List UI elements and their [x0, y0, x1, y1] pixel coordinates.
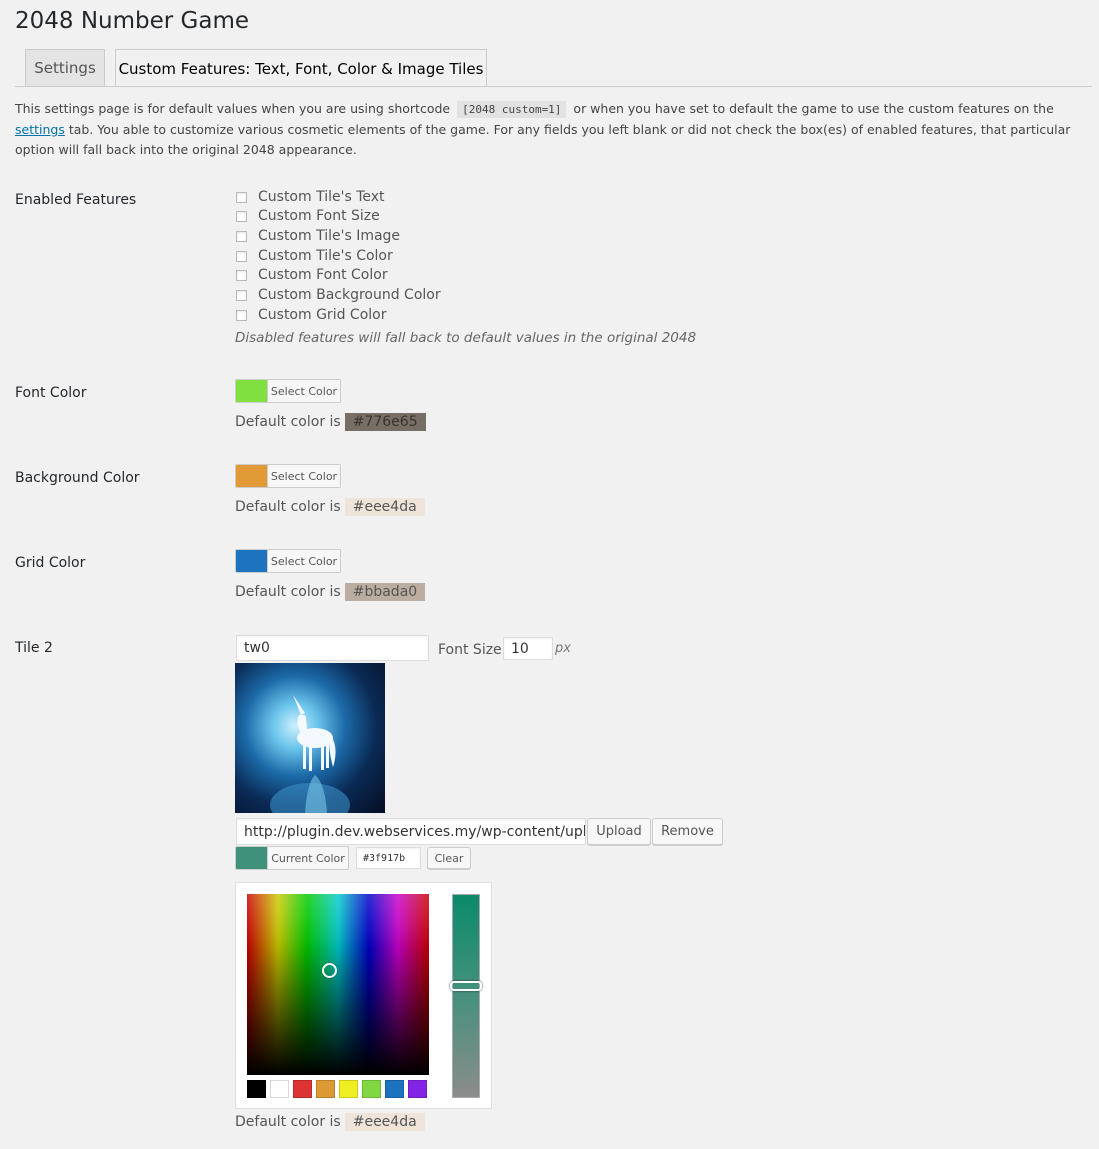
hex-color-input[interactable]: #3f917b: [356, 847, 421, 869]
clear-button[interactable]: Clear: [427, 847, 471, 869]
checkbox-label: Custom Font Size: [258, 208, 380, 224]
saturation-value-area[interactable]: [247, 894, 429, 1075]
font-color-select-button[interactable]: Select Color: [235, 379, 341, 403]
checkbox-label: Custom Tile's Color: [258, 248, 393, 264]
palette-swatch-orange[interactable]: [316, 1080, 335, 1098]
default-color-chip: #776e65: [344, 413, 426, 431]
hue-slider[interactable]: [450, 894, 482, 1098]
page-description: This settings page is for default values…: [15, 99, 1090, 160]
default-color-chip: #bbada0: [344, 583, 426, 601]
feature-option-font-color[interactable]: Custom Font Color: [236, 265, 388, 285]
color-swatch: [236, 465, 267, 487]
checkbox[interactable]: [236, 191, 247, 203]
checkbox-label: Custom Tile's Image: [258, 228, 401, 244]
palette-swatch-blue[interactable]: [385, 1080, 404, 1098]
default-prefix: Default color is: [235, 414, 341, 430]
tile-image-preview: [235, 663, 385, 813]
tile-text-input[interactable]: tw0: [236, 635, 429, 661]
tab-divider: [15, 86, 1092, 87]
description-text-3: tab. You able to customize various cosme…: [15, 122, 1071, 157]
color-swatch: [236, 550, 267, 572]
features-note: Disabled features will fall back to defa…: [235, 330, 697, 346]
background-color-label: Background Color: [15, 470, 140, 486]
hue-slider-handle[interactable]: [450, 981, 482, 991]
select-color-label: Select Color: [267, 380, 340, 402]
checkbox[interactable]: [236, 289, 247, 301]
shortcode-code: [2048 custom=1]: [457, 101, 567, 118]
palette-swatch-red[interactable]: [293, 1080, 312, 1098]
checkbox-label: Custom Font Color: [258, 267, 388, 283]
feature-option-tile-color[interactable]: Custom Tile's Color: [236, 246, 393, 266]
color-swatch: [236, 380, 267, 402]
checkbox[interactable]: [236, 309, 247, 321]
default-prefix: Default color is: [235, 1114, 341, 1130]
default-color-chip: #eee4da: [344, 498, 425, 516]
description-text-2: or when you have set to default the game…: [573, 101, 1054, 116]
default-prefix: Default color is: [235, 499, 341, 515]
tab-custom-features[interactable]: Custom Features: Text, Font, Color & Ima…: [115, 49, 487, 87]
tile-2-color-default: Default color is #eee4da: [235, 1113, 425, 1131]
image-url-input[interactable]: http://plugin.dev.webservices.my/wp-cont…: [236, 818, 586, 845]
palette-swatch-white[interactable]: [270, 1080, 289, 1098]
checkbox[interactable]: [236, 210, 247, 222]
color-swatch: [236, 847, 267, 869]
palette-swatch-green[interactable]: [362, 1080, 381, 1098]
default-prefix: Default color is: [235, 584, 341, 600]
settings-link[interactable]: settings: [15, 122, 65, 137]
font-color-default: Default color is #776e65: [235, 413, 426, 431]
select-color-label: Select Color: [267, 465, 340, 487]
font-size-input[interactable]: 10: [503, 637, 553, 660]
grid-color-label: Grid Color: [15, 555, 86, 571]
grid-color-select-button[interactable]: Select Color: [235, 549, 341, 573]
feature-option-font-size[interactable]: Custom Font Size: [236, 206, 380, 226]
background-color-default: Default color is #eee4da: [235, 498, 425, 516]
page-title: 2048 Number Game: [15, 8, 250, 34]
select-color-label: Select Color: [267, 550, 340, 572]
feature-option-background-color[interactable]: Custom Background Color: [236, 285, 441, 305]
feature-option-grid-color[interactable]: Custom Grid Color: [236, 305, 386, 325]
enabled-features-label: Enabled Features: [15, 192, 137, 208]
description-text-1: This settings page is for default values…: [15, 101, 451, 116]
background-color-select-button[interactable]: Select Color: [235, 464, 341, 488]
font-color-label: Font Color: [15, 385, 87, 401]
remove-button[interactable]: Remove: [652, 818, 723, 845]
current-color-button[interactable]: Current Color: [235, 846, 349, 870]
checkbox-label: Custom Grid Color: [258, 307, 387, 323]
checkbox-label: Custom Tile's Text: [258, 189, 385, 205]
feature-option-tile-text[interactable]: Custom Tile's Text: [236, 187, 385, 207]
tab-settings[interactable]: Settings: [25, 49, 105, 86]
font-size-label: Font Size: [438, 642, 502, 658]
current-color-label: Current Color: [267, 847, 348, 869]
checkbox[interactable]: [236, 250, 247, 262]
palette-swatch-yellow[interactable]: [339, 1080, 358, 1098]
unicorn-image: [270, 695, 350, 813]
color-picker-panel: [235, 882, 492, 1109]
tile-2-label: Tile 2: [15, 640, 53, 656]
font-size-unit: px: [555, 641, 571, 656]
checkbox[interactable]: [236, 269, 247, 281]
checkbox-label: Custom Background Color: [258, 287, 441, 303]
grid-color-default: Default color is #bbada0: [235, 583, 426, 601]
palette-swatch-purple[interactable]: [408, 1080, 427, 1098]
color-picker-handle[interactable]: [322, 963, 337, 978]
default-color-chip: #eee4da: [344, 1113, 425, 1131]
palette-swatch-black[interactable]: [247, 1080, 266, 1098]
checkbox[interactable]: [236, 230, 247, 242]
feature-option-tile-image[interactable]: Custom Tile's Image: [236, 226, 400, 246]
upload-button[interactable]: Upload: [587, 818, 651, 845]
